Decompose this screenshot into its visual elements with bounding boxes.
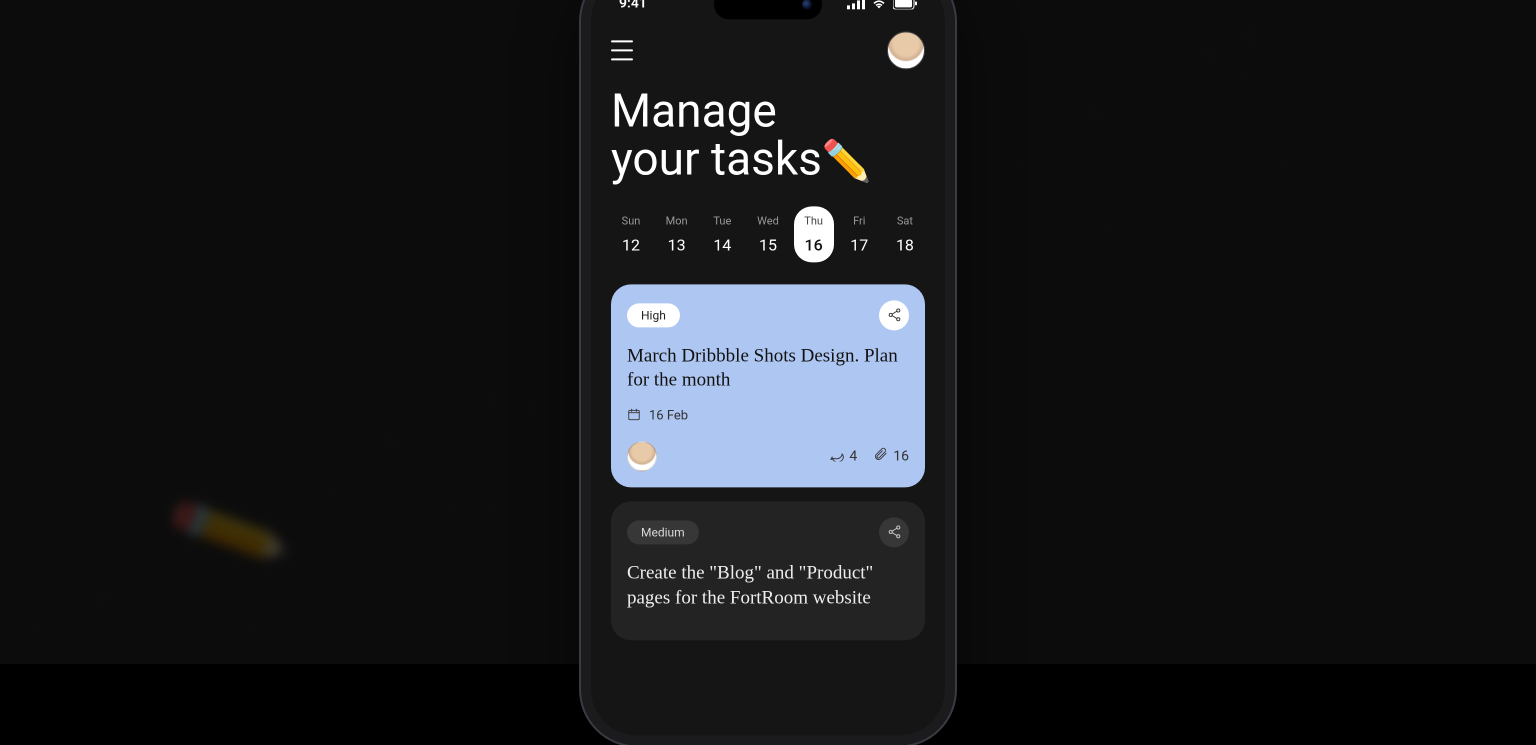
assignee-avatar[interactable]	[627, 441, 657, 471]
week-strip: Sun 12Mon 13Tue 14Wed 15Thu 16Fri 17Sat …	[611, 206, 925, 262]
menu-button[interactable]	[611, 40, 637, 60]
day-number: 15	[759, 235, 777, 254]
task-title: March Dribbble Shots Design. Plan for th…	[627, 344, 909, 393]
share-button[interactable]	[879, 300, 909, 330]
status-time: 9:41	[619, 0, 647, 11]
pencil-emoji: ✏️	[822, 140, 872, 184]
priority-pill: Medium	[627, 520, 699, 544]
day-number: 12	[622, 235, 640, 254]
due-date: 16 Feb	[627, 407, 909, 425]
calendar-icon	[627, 407, 641, 425]
dynamic-island	[714, 0, 822, 19]
day-name: Mon	[666, 214, 688, 227]
day-number: 17	[850, 235, 868, 254]
day-number: 16	[805, 235, 823, 254]
day-sun[interactable]: Sun 12	[611, 206, 651, 262]
day-tue[interactable]: Tue 14	[702, 206, 742, 262]
priority-pill: High	[627, 303, 680, 327]
day-name: Sat	[897, 214, 913, 227]
task-title: Create the "Blog" and "Product" pages fo…	[627, 561, 909, 610]
cellular-icon	[847, 0, 865, 9]
task-card[interactable]: Medium Create the "Blog" and "Product" p…	[611, 501, 925, 640]
wifi-icon	[871, 0, 887, 9]
day-number: 18	[896, 235, 914, 254]
share-button[interactable]	[879, 517, 909, 547]
day-name: Fri	[853, 214, 865, 227]
day-mon[interactable]: Mon 13	[657, 206, 697, 262]
day-fri[interactable]: Fri 17	[839, 206, 879, 262]
task-card[interactable]: High March Dribbble Shots Design. Plan f…	[611, 284, 925, 487]
page-title: Manage your tasks✏️	[611, 87, 925, 184]
page-title-line1: Manage	[611, 87, 925, 135]
day-name: Wed	[757, 214, 779, 227]
attachments-count[interactable]: 16	[873, 447, 909, 466]
day-number: 14	[713, 235, 731, 254]
day-name: Sun	[622, 214, 641, 227]
day-name: Tue	[713, 214, 731, 227]
app-screen: Manage your tasks✏️ Sun 12Mon 13Tue 14We…	[591, 0, 945, 735]
page-title-line2: your tasks✏️	[611, 136, 925, 184]
day-wed[interactable]: Wed 15	[748, 206, 788, 262]
day-number: 13	[668, 235, 686, 254]
day-name: Thu	[804, 214, 823, 227]
battery-icon	[893, 0, 917, 9]
day-sat[interactable]: Sat 18	[885, 206, 925, 262]
comment-icon	[829, 447, 844, 466]
comments-count[interactable]: 4	[829, 447, 857, 466]
attachment-icon	[873, 447, 888, 466]
profile-avatar[interactable]	[887, 31, 925, 69]
day-thu[interactable]: Thu 16	[794, 206, 834, 262]
task-card-list: High March Dribbble Shots Design. Plan f…	[611, 284, 925, 641]
phone-mockup: 9:41 Manage your tasks✏️ Sun	[581, 0, 955, 745]
